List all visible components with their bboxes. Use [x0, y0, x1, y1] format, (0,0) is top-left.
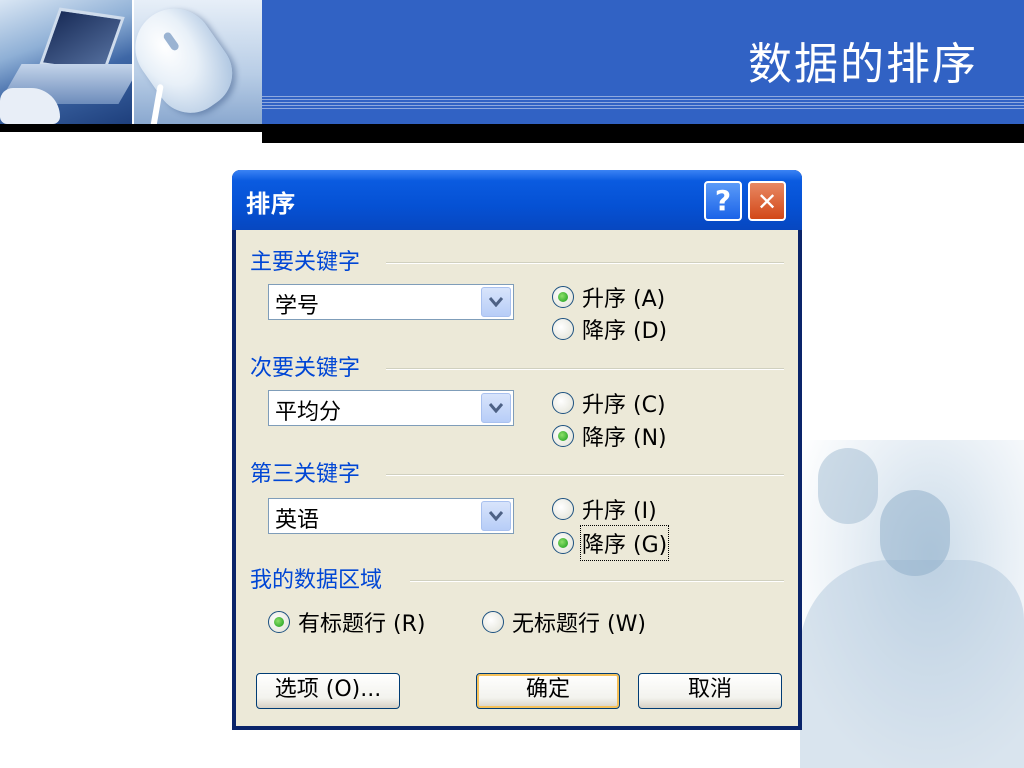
tertiary-key-dropdown-button[interactable] [481, 501, 511, 531]
chevron-down-icon [489, 403, 503, 413]
radio-button-icon[interactable] [482, 611, 504, 633]
mouse-cable [150, 83, 164, 124]
radio-button-icon[interactable] [552, 318, 574, 340]
options-button[interactable]: 选项 (O)... [256, 673, 400, 709]
header-lines [262, 96, 1024, 110]
primary-ascending-label: 升序 (A) [582, 287, 666, 312]
primary-key-dropdown-button[interactable] [481, 287, 511, 317]
radio-button-icon[interactable] [552, 286, 574, 308]
tertiary-descending-radio[interactable]: 降序 (G) [552, 525, 670, 561]
ok-button[interactable]: 确定 [476, 673, 620, 709]
tertiary-ascending-label: 升序 (I) [582, 499, 657, 524]
group-divider [386, 262, 784, 264]
dialog-body: 主要关键字 学号 升序 (A) 降序 (D) 次要关键字 平均分 升序 (C) [236, 230, 798, 726]
secondary-key-select[interactable]: 平均分 [268, 390, 514, 426]
cancel-button[interactable]: 取消 [638, 673, 782, 709]
secondary-key-label: 次要关键字 [250, 350, 367, 382]
primary-ascending-radio[interactable]: 升序 (A) [552, 282, 665, 312]
primary-descending-label: 降序 (D) [582, 319, 668, 344]
mouse-photo [134, 0, 262, 124]
chevron-down-icon [489, 297, 503, 307]
primary-key-label: 主要关键字 [250, 244, 367, 276]
sort-dialog: 排序 ? ✕ 主要关键字 学号 升序 (A) 降序 (D) 次要关键字 平均分 … [232, 170, 802, 730]
tertiary-key-value: 英语 [275, 508, 320, 533]
background-figure-body [800, 560, 1024, 768]
secondary-descending-label: 降序 (N) [582, 426, 667, 451]
header-row-radio[interactable]: 有标题行 (R) [268, 607, 425, 637]
help-icon: ? [714, 184, 732, 217]
no-header-row-label: 无标题行 (W) [512, 612, 646, 637]
group-divider [386, 368, 784, 370]
mouse-wheel [162, 30, 181, 52]
radio-button-icon[interactable] [552, 498, 574, 520]
data-range-label: 我的数据区域 [250, 562, 389, 594]
header-bar-left [0, 124, 262, 132]
tertiary-key-select[interactable]: 英语 [268, 498, 514, 534]
close-button[interactable]: ✕ [748, 181, 786, 221]
group-divider [410, 580, 784, 582]
background-figure-head [818, 448, 878, 524]
secondary-ascending-radio[interactable]: 升序 (C) [552, 388, 666, 418]
dialog-titlebar[interactable]: 排序 ? ✕ [232, 170, 802, 230]
background-figure-head [880, 490, 950, 576]
no-header-row-radio[interactable]: 无标题行 (W) [482, 607, 646, 637]
group-divider [386, 474, 784, 476]
secondary-key-value: 平均分 [275, 400, 342, 425]
header-bar [262, 124, 1024, 143]
radio-button-icon[interactable] [268, 611, 290, 633]
dialog-title: 排序 [246, 190, 296, 218]
secondary-key-dropdown-button[interactable] [481, 393, 511, 423]
primary-key-select[interactable]: 学号 [268, 284, 514, 320]
close-icon: ✕ [756, 188, 778, 216]
radio-button-icon[interactable] [552, 392, 574, 414]
radio-button-icon[interactable] [552, 425, 574, 447]
primary-key-value: 学号 [275, 294, 320, 319]
secondary-ascending-label: 升序 (C) [582, 393, 666, 418]
laptop-photo [0, 0, 132, 124]
slide-title: 数据的排序 [748, 39, 978, 90]
tertiary-descending-label: 降序 (G) [579, 525, 670, 561]
tertiary-key-label: 第三关键字 [250, 456, 367, 488]
help-button[interactable]: ? [704, 181, 742, 221]
header-row-label: 有标题行 (R) [298, 612, 426, 637]
radio-button-icon[interactable] [552, 532, 574, 554]
chevron-down-icon [489, 511, 503, 521]
secondary-descending-radio[interactable]: 降序 (N) [552, 421, 667, 451]
primary-descending-radio[interactable]: 降序 (D) [552, 314, 667, 344]
tertiary-ascending-radio[interactable]: 升序 (I) [552, 494, 657, 524]
computer-mouse [134, 0, 246, 124]
